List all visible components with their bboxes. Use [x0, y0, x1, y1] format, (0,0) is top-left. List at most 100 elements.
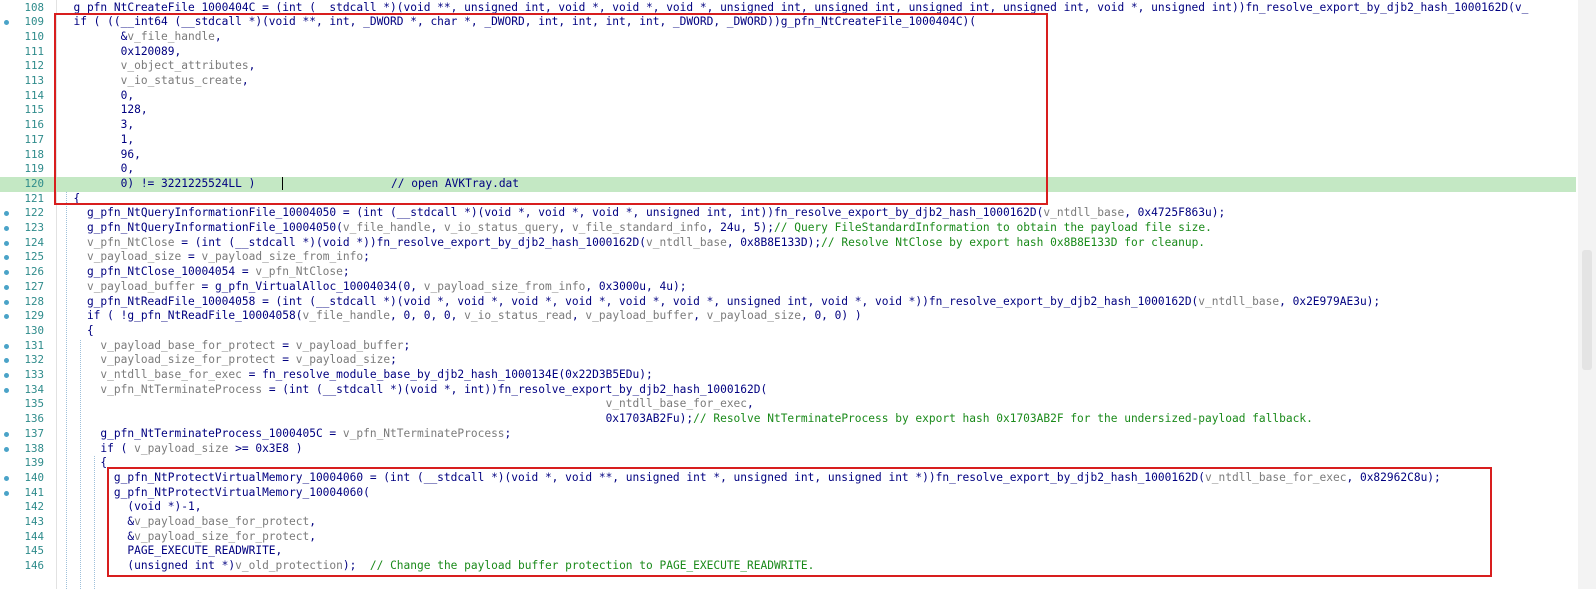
line-number: 133 [24, 368, 44, 381]
line-number: 111 [24, 44, 44, 58]
code-line[interactable]: 124 v_pfn_NtClose = (int (__stdcall *)(v… [0, 236, 1576, 251]
breakpoint-dot-icon[interactable] [4, 446, 9, 452]
breakpoint-dot-icon[interactable] [4, 211, 9, 217]
line-number: 122 [24, 206, 44, 220]
breakpoint-dot-icon[interactable] [4, 387, 9, 393]
code-line[interactable]: 119 0, [0, 162, 1576, 177]
code-line[interactable]: 129 if ( !g_pfn_NtReadFile_10004058(v_fi… [0, 309, 1576, 324]
code-line[interactable]: 130 { [0, 324, 1576, 339]
code-line[interactable]: 143 &v_payload_base_for_protect, [0, 515, 1576, 530]
code-line[interactable]: 122 g_pfn_NtQueryInformationFile_1000405… [0, 206, 1576, 221]
breakpoint-dot-icon[interactable] [4, 490, 9, 496]
code-token: >= 0x3E8 ) [228, 441, 303, 455]
code-line[interactable]: 136 0x1703AB2Fu);// Resolve NtTerminateP… [0, 412, 1576, 427]
code-line[interactable]: 125 v_payload_size = v_payload_size_from… [0, 250, 1576, 265]
code-token: (void *)-1, [60, 500, 202, 514]
code-token: (unsigned int *) [60, 559, 236, 573]
code-line[interactable]: 113 v_io_status_create, [0, 74, 1576, 89]
code-line[interactable]: 142 (void *)-1, [0, 500, 1576, 515]
code-comment: // Query FileStandardInformation to obta… [774, 221, 1212, 234]
code-text: v_ntdll_base_for_exec, [60, 397, 754, 412]
code-text: 0) != 3221225524LL ) // open AVKTray.dat [60, 177, 519, 192]
code-text: 96, [60, 148, 141, 163]
code-line[interactable]: 123 g_pfn_NtQueryInformationFile_1000405… [0, 221, 1576, 236]
code-line[interactable]: 135 v_ntdll_base_for_exec, [0, 397, 1576, 412]
breakpoint-dot-icon[interactable] [4, 240, 9, 246]
code-line[interactable]: 139 { [0, 456, 1576, 471]
breakpoint-dot-icon[interactable] [4, 343, 9, 349]
code-text: if ( ((__int64 (__stdcall *)(void **, in… [60, 15, 976, 30]
code-line[interactable]: 145 PAGE_EXECUTE_READWRITE, [0, 544, 1576, 559]
code-line[interactable]: 137 g_pfn_NtTerminateProcess_1000405C = … [0, 427, 1576, 442]
code-line[interactable]: 110 &v_file_handle, [0, 30, 1576, 45]
breakpoint-dot-icon[interactable] [4, 226, 9, 231]
indent-guide [80, 340, 81, 589]
vertical-scrollbar[interactable] [1578, 0, 1596, 589]
code-token: = fn_resolve_module_base_by_djb2_hash_10… [241, 368, 653, 381]
code-variable: v_io_status_create [120, 74, 242, 87]
code-text: g_pfn_NtProtectVirtualMemory_10004060( [60, 486, 370, 501]
code-line[interactable]: 131 v_payload_base_for_protect = v_paylo… [0, 339, 1576, 354]
code-line[interactable]: 117 1, [0, 133, 1576, 148]
code-line[interactable]: 126 g_pfn_NtClose_10004054 = v_pfn_NtClo… [0, 265, 1576, 280]
code-line[interactable]: 118 96, [0, 148, 1576, 163]
breakpoint-dot-icon[interactable] [4, 314, 9, 320]
code-token: 128, [60, 103, 148, 117]
code-token: 0) != 3221225524LL ) [60, 176, 283, 190]
code-token: 0x120089, [60, 44, 182, 58]
code-line[interactable]: 133 v_ntdll_base_for_exec = fn_resolve_m… [0, 368, 1576, 383]
line-number: 124 [24, 235, 44, 249]
code-token: = (int (__stdcall *)(void *, int))fn_res… [262, 382, 768, 396]
code-variable: v_payload_size_from_info [423, 279, 586, 293]
code-token: , [693, 309, 707, 323]
breakpoint-dot-icon[interactable] [4, 358, 9, 364]
code-line[interactable]: 132 v_payload_size_for_protect = v_paylo… [0, 353, 1576, 368]
code-line[interactable]: 134 v_pfn_NtTerminateProcess = (int (__s… [0, 383, 1576, 398]
code-line[interactable]: 141 g_pfn_NtProtectVirtualMemory_1000406… [0, 486, 1576, 501]
code-text: 0x1703AB2Fu);// Resolve NtTerminateProce… [60, 412, 1313, 427]
code-text: (unsigned int *)v_old_protection); // Ch… [60, 559, 814, 574]
code-line[interactable]: 114 0, [0, 89, 1576, 104]
code-token: ; [390, 353, 397, 367]
code-line[interactable]: 108 g_pfn_NtCreateFile_1000404C = (int (… [0, 1, 1576, 16]
code-token: , [571, 309, 586, 323]
breakpoint-dot-icon[interactable] [4, 475, 9, 481]
pseudocode-viewer[interactable]: 108 g_pfn_NtCreateFile_1000404C = (int (… [0, 0, 1596, 589]
code-line[interactable]: 144 &v_payload_size_for_protect, [0, 530, 1576, 545]
breakpoint-dot-icon[interactable] [4, 284, 9, 290]
breakpoint-dot-icon[interactable] [4, 299, 9, 305]
code-line[interactable]: 112 v_object_attributes, [0, 59, 1576, 74]
code-line[interactable]: 140 g_pfn_NtProtectVirtualMemory_1000406… [0, 471, 1576, 486]
code-line[interactable]: 127 v_payload_buffer = g_pfn_VirtualAllo… [0, 280, 1576, 295]
code-line[interactable]: 146 (unsigned int *)v_old_protection); /… [0, 559, 1576, 574]
code-variable: v_pfn_NtClose [255, 265, 343, 279]
breakpoint-dot-icon[interactable] [4, 431, 9, 437]
code-line[interactable]: 111 0x120089, [0, 45, 1576, 60]
code-variable: v_payload_base_for_protect [134, 515, 310, 528]
line-number: 108 [24, 0, 44, 14]
code-token: { [60, 456, 108, 470]
line-number: 141 [24, 485, 44, 499]
breakpoint-dot-icon[interactable] [4, 270, 9, 276]
code-line[interactable]: 109 if ( ((__int64 (__stdcall *)(void **… [0, 15, 1576, 30]
line-number: 144 [24, 529, 44, 543]
code-line[interactable]: 120 0) != 3221225524LL ) // open AVKTray… [0, 176, 1576, 192]
code-variable: v_payload_size [295, 353, 391, 367]
code-line[interactable]: 128 g_pfn_NtReadFile_10004058 = (int (__… [0, 295, 1576, 310]
code-text: v_io_status_create, [60, 74, 249, 89]
code-token: g_pfn_NtQueryInformationFile_10004050( [60, 221, 343, 234]
scrollbar-thumb[interactable] [1582, 250, 1592, 370]
code-line[interactable]: 115 128, [0, 103, 1576, 118]
line-number: 140 [24, 470, 44, 484]
code-line[interactable]: 138 if ( v_payload_size >= 0x3E8 ) [0, 442, 1576, 457]
line-number: 142 [24, 500, 44, 514]
code-variable: v_file_standard_info [571, 221, 707, 234]
breakpoint-dot-icon[interactable] [4, 20, 9, 26]
code-comment: // Resolve NtTerminateProcess by export … [693, 412, 1313, 426]
breakpoint-dot-icon[interactable] [4, 255, 9, 261]
code-line[interactable]: 116 3, [0, 118, 1576, 133]
code-line[interactable]: 121 { [0, 192, 1576, 207]
breakpoint-dot-icon[interactable] [4, 373, 9, 378]
code-text: if ( !g_pfn_NtReadFile_10004058(v_file_h… [60, 309, 862, 324]
